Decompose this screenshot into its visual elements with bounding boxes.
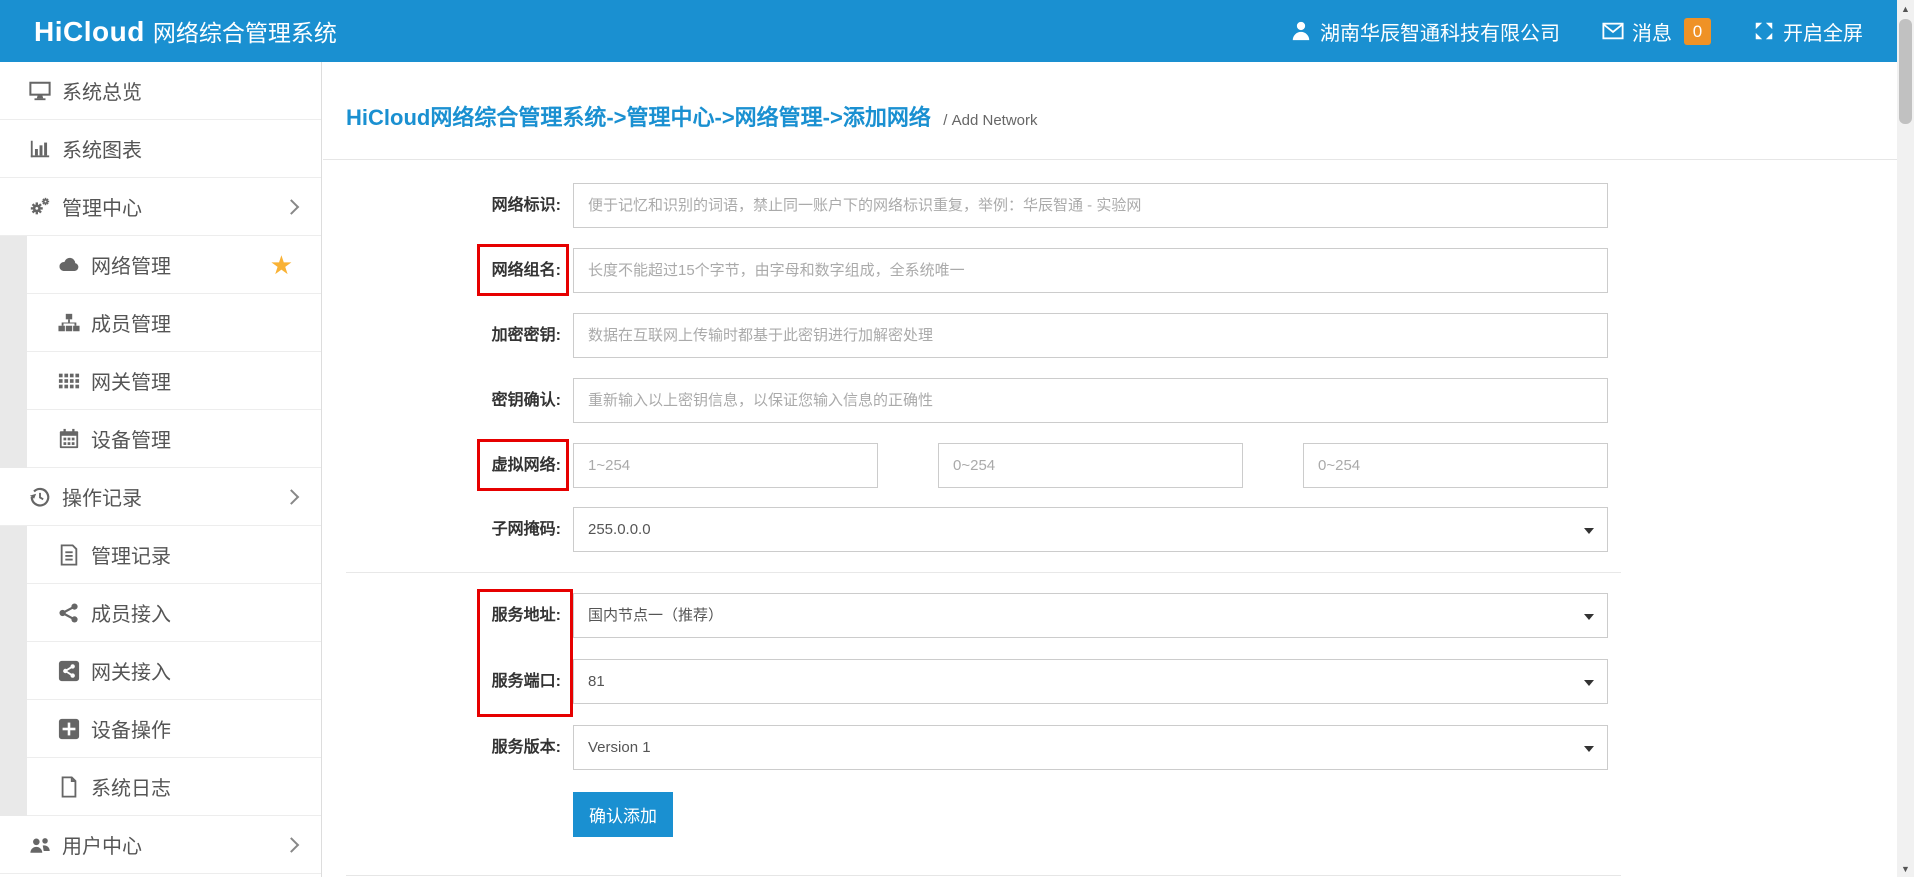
caret-down-icon (1584, 680, 1594, 686)
expand-icon (1753, 20, 1775, 42)
management-center-submenu: 网络管理 ★ 成员管理 网关管理 设备管理 (0, 236, 321, 468)
form-row-virtual-network: 虚拟网络: (346, 443, 1621, 488)
sidebar-item-management-center[interactable]: 管理中心 (0, 178, 321, 236)
desktop-icon (28, 79, 52, 103)
add-network-form: 网络标识: 网络组名: 加密密钥: 密钥确认: 虚拟网络: (346, 160, 1621, 876)
subnet-mask-value: 255.0.0.0 (588, 521, 651, 538)
service-port-label: 服务端口: (346, 659, 561, 704)
document-icon (57, 543, 81, 567)
key-confirm-label: 密钥确认: (346, 378, 561, 423)
caret-down-icon (1584, 528, 1594, 534)
virtual-network-octet3-input[interactable] (1303, 443, 1608, 488)
breadcrumb-suffix: / Add Network (943, 112, 1037, 129)
network-id-label: 网络标识: (346, 183, 561, 228)
history-icon (28, 485, 52, 509)
gears-icon (28, 195, 52, 219)
sidebar-item-management-records[interactable]: 管理记录 (27, 526, 321, 584)
form-row-encrypt-key: 加密密钥: (346, 313, 1621, 358)
virtual-network-octet2-input[interactable] (938, 443, 1243, 488)
service-version-value: Version 1 (588, 739, 651, 756)
breadcrumb-bar: HiCloud网络综合管理系统->管理中心->网络管理->添加网络 / Add … (323, 62, 1897, 160)
grid-icon (57, 369, 81, 393)
fullscreen-button[interactable]: 开启全屏 (1753, 17, 1863, 46)
form-row-service-port: 服务端口: 81 (346, 659, 1621, 704)
main-content: HiCloud网络综合管理系统->管理中心->网络管理->添加网络 / Add … (323, 62, 1897, 877)
service-address-select[interactable]: 国内节点一（推荐） (573, 593, 1608, 638)
header-right-group: 湖南华辰智通科技有限公司 消息 0 开启全屏 (1290, 17, 1863, 46)
sidebar-item-device-management[interactable]: 设备管理 (27, 410, 321, 468)
sitemap-icon (57, 311, 81, 335)
subnet-mask-select[interactable]: 255.0.0.0 (573, 507, 1608, 552)
share-square-icon (57, 659, 81, 683)
favorite-star-icon: ★ (270, 252, 293, 278)
vertical-scrollbar[interactable]: ▲ ▼ (1897, 0, 1914, 877)
encrypt-key-input[interactable] (573, 313, 1608, 358)
form-row-group-name: 网络组名: (346, 248, 1621, 293)
sidebar-item-system-overview[interactable]: 系统总览 (0, 62, 321, 120)
group-name-label: 网络组名: (346, 248, 561, 293)
caret-down-icon (1584, 614, 1594, 620)
sidebar-item-member-access[interactable]: 成员接入 (27, 584, 321, 642)
service-version-select[interactable]: Version 1 (573, 725, 1608, 770)
sidebar-item-device-operations[interactable]: 设备操作 (27, 700, 321, 758)
scrollbar-thumb[interactable] (1899, 19, 1912, 124)
confirm-add-button[interactable]: 确认添加 (573, 792, 673, 837)
service-port-select[interactable]: 81 (573, 659, 1608, 704)
users-icon (28, 833, 52, 857)
section-divider (346, 572, 1621, 573)
virtual-network-label: 虚拟网络: (346, 443, 561, 488)
chevron-right-icon (284, 199, 300, 215)
form-row-network-id: 网络标识: (346, 183, 1621, 228)
hicloud-app: HiCloud 网络综合管理系统 湖南华辰智通科技有限公司 消息 0 开启全屏 (0, 0, 1914, 877)
chevron-right-icon (284, 489, 300, 505)
bar-chart-icon (28, 137, 52, 161)
operation-records-submenu: 管理记录 成员接入 网关接入 设备操作 (0, 526, 321, 816)
sidebar-item-gateway-management[interactable]: 网关管理 (27, 352, 321, 410)
share-icon (57, 601, 81, 625)
cloud-icon (57, 253, 81, 277)
subnet-mask-label: 子网掩码: (346, 507, 561, 552)
key-confirm-input[interactable] (573, 378, 1608, 423)
company-name: 湖南华辰智通科技有限公司 (1320, 17, 1560, 46)
sidebar-item-gateway-access[interactable]: 网关接入 (27, 642, 321, 700)
form-row-service-version: 服务版本: Version 1 (346, 725, 1621, 770)
brand-name: 网络综合管理系统 (153, 20, 337, 46)
service-address-value: 国内节点一（推荐） (588, 607, 723, 624)
form-row-key-confirm: 密钥确认: (346, 378, 1621, 423)
fullscreen-label: 开启全屏 (1783, 17, 1863, 46)
sidebar-nav: 系统总览 系统图表 管理中心 网络管理 ★ (0, 62, 322, 877)
sidebar-item-network-management[interactable]: 网络管理 ★ (27, 236, 321, 294)
form-row-service-address: 服务地址: 国内节点一（推荐） (346, 593, 1621, 638)
form-row-subnet-mask: 子网掩码: 255.0.0.0 (346, 507, 1621, 552)
sidebar-item-operation-records[interactable]: 操作记录 (0, 468, 321, 526)
envelope-icon (1602, 20, 1624, 42)
sidebar-item-user-center[interactable]: 用户中心 (0, 816, 321, 874)
brand-bold: HiCloud (34, 16, 145, 47)
encrypt-key-label: 加密密钥: (346, 313, 561, 358)
service-address-label: 服务地址: (346, 593, 561, 638)
app-logo: HiCloud 网络综合管理系统 (34, 14, 337, 48)
service-version-label: 服务版本: (346, 725, 561, 770)
scroll-down-arrow-icon[interactable]: ▼ (1897, 860, 1914, 877)
scroll-up-arrow-icon[interactable]: ▲ (1897, 0, 1914, 17)
calendar-icon (57, 427, 81, 451)
user-icon (1290, 20, 1312, 42)
service-port-value: 81 (588, 673, 605, 690)
chevron-right-icon (284, 837, 300, 853)
sidebar-item-member-management[interactable]: 成员管理 (27, 294, 321, 352)
messages-menu[interactable]: 消息 0 (1602, 17, 1711, 46)
sidebar-item-system-charts[interactable]: 系统图表 (0, 120, 321, 178)
messages-label: 消息 (1632, 17, 1672, 46)
network-id-input[interactable] (573, 183, 1608, 228)
breadcrumb: HiCloud网络综合管理系统->管理中心->网络管理->添加网络 (346, 105, 931, 130)
company-menu[interactable]: 湖南华辰智通科技有限公司 (1290, 17, 1560, 46)
group-name-input[interactable] (573, 248, 1608, 293)
messages-count-badge: 0 (1684, 18, 1711, 45)
file-icon (57, 775, 81, 799)
plus-square-icon (57, 717, 81, 741)
sidebar-item-system-logs[interactable]: 系统日志 (27, 758, 321, 816)
caret-down-icon (1584, 746, 1594, 752)
virtual-network-octet1-input[interactable] (573, 443, 878, 488)
top-header-bar: HiCloud 网络综合管理系统 湖南华辰智通科技有限公司 消息 0 开启全屏 (0, 0, 1897, 62)
